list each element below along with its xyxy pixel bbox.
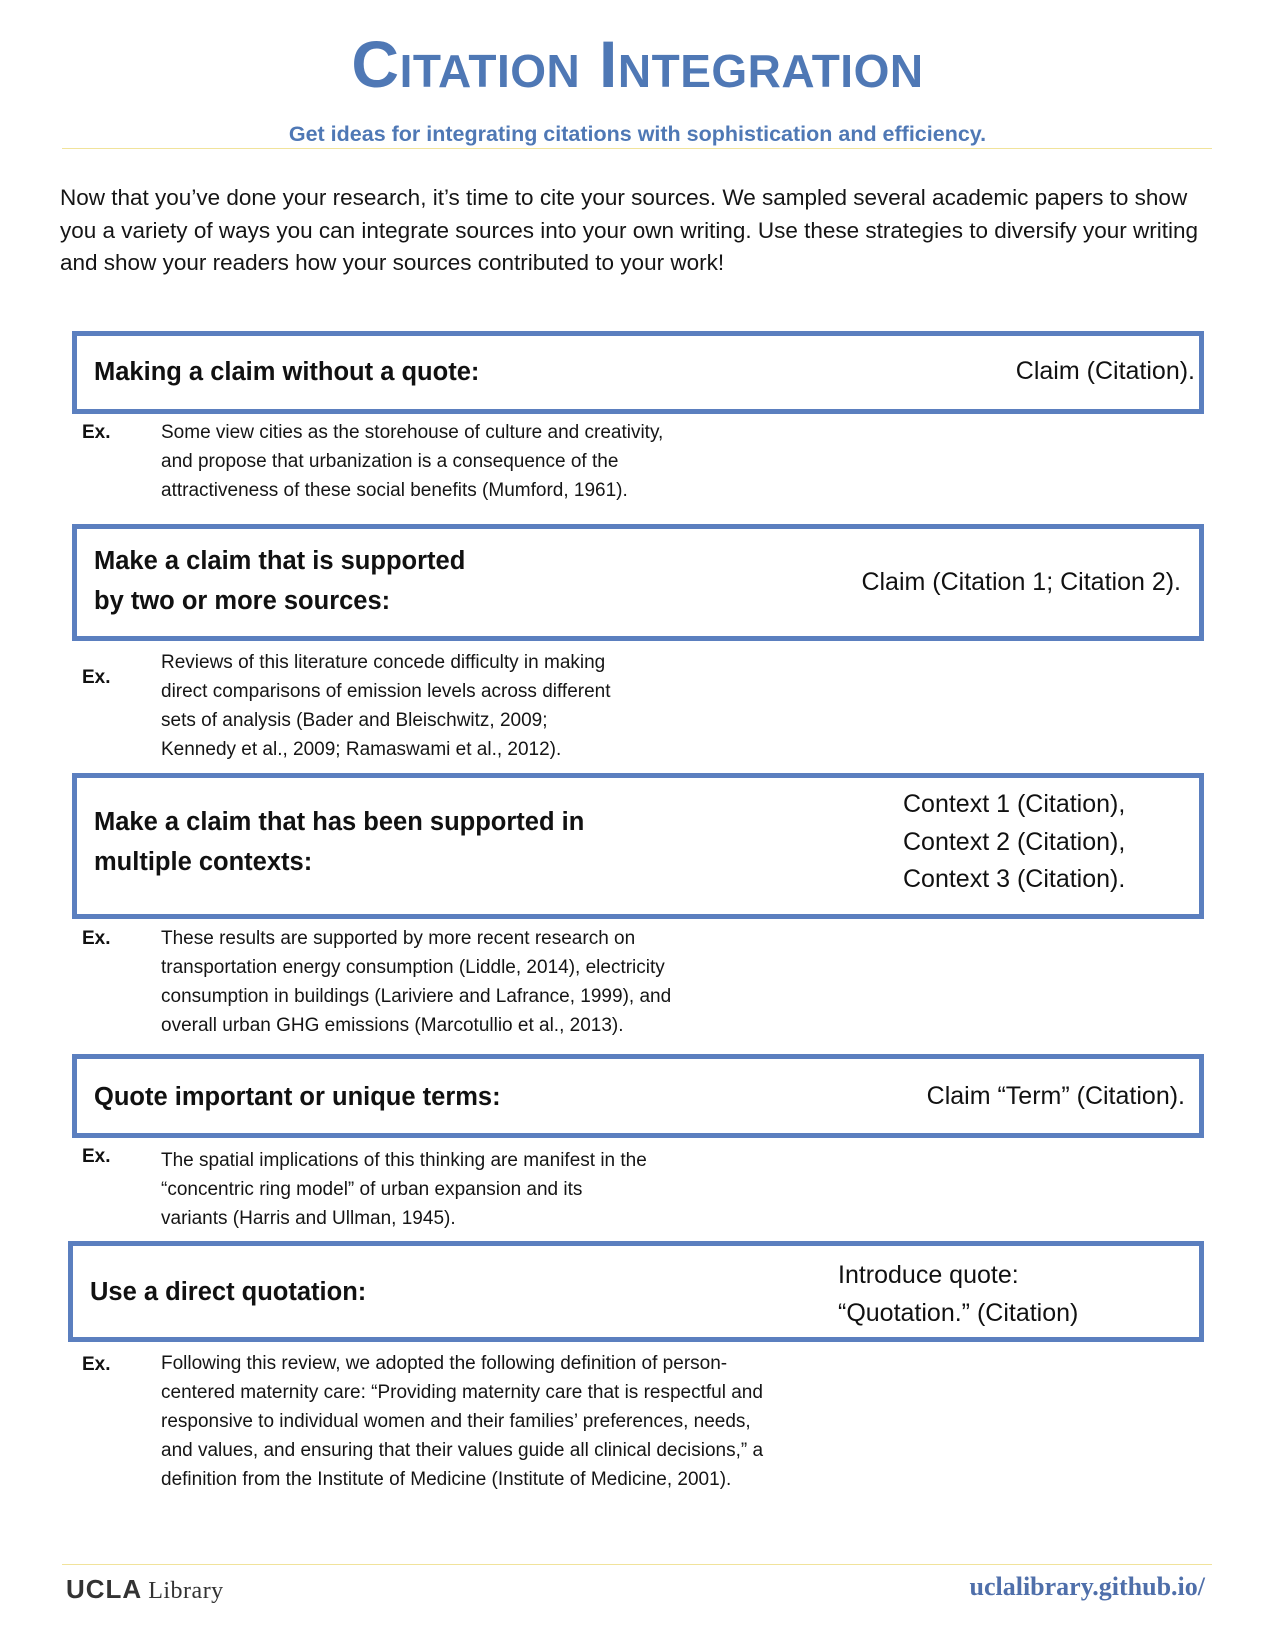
example-line: responsive to individual women and their… bbox=[161, 1411, 751, 1432]
example-line: consumption in buildings (Lariviere and … bbox=[161, 986, 672, 1007]
citation-pattern: Claim (Citation 1; Citation 2). bbox=[861, 563, 1181, 602]
example-line: transportation energy consumption (Liddl… bbox=[161, 957, 665, 978]
logo-text-ucla: UCLA bbox=[66, 1574, 143, 1604]
ucla-library-logo: UCLA Library bbox=[66, 1574, 224, 1605]
page-title: Citation Integration bbox=[351, 27, 924, 101]
example-line: Reviews of this literature concede diffi… bbox=[161, 652, 606, 673]
example-label: Ex. bbox=[82, 422, 111, 443]
example-text: The spatial implications of this thinkin… bbox=[161, 1146, 861, 1233]
strategy-box-direct-quotation: Use a direct quotation: Introduce quote:… bbox=[68, 1241, 1204, 1342]
strategy-box-claim-without-quote: Making a claim without a quote: Claim (C… bbox=[72, 331, 1204, 414]
footer-url-link[interactable]: uclalibrary.github.io/ bbox=[970, 1572, 1206, 1602]
citation-pattern: Introduce quote: “Quotation.” (Citation) bbox=[838, 1256, 1078, 1332]
citation-pattern-line: Context 3 (Citation). bbox=[903, 865, 1126, 893]
strategy-title: Use a direct quotation: bbox=[90, 1278, 367, 1306]
citation-pattern-line: Claim (Citation 1; Citation 2). bbox=[861, 568, 1181, 596]
strategy-title-line: multiple contexts: bbox=[94, 848, 313, 876]
example-label: Ex. bbox=[82, 928, 111, 949]
example-line: “concentric ring model” of urban expansi… bbox=[161, 1179, 583, 1200]
example-line: The spatial implications of this thinkin… bbox=[161, 1150, 647, 1171]
example-line: centered maternity care: “Providing mate… bbox=[161, 1382, 763, 1403]
strategy-title: Make a claim that has been supported in … bbox=[94, 802, 584, 882]
example-line: sets of analysis (Bader and Bleischwitz,… bbox=[161, 710, 548, 731]
citation-pattern-line: Claim “Term” (Citation). bbox=[926, 1082, 1185, 1110]
citation-pattern-line: Claim (Citation). bbox=[1015, 357, 1195, 385]
example-line: attractiveness of these social benefits … bbox=[161, 480, 628, 501]
citation-pattern: Claim (Citation). bbox=[1016, 352, 1195, 391]
page-subtitle: Get ideas for integrating citations with… bbox=[288, 122, 987, 146]
example-text: Some view cities as the storehouse of cu… bbox=[161, 418, 861, 505]
example-text: Following this review, we adopted the fo… bbox=[161, 1349, 921, 1494]
strategy-title-line: by two or more sources: bbox=[94, 587, 391, 615]
citation-pattern-line: Introduce quote: bbox=[838, 1261, 1019, 1289]
example-label: Ex. bbox=[82, 1146, 111, 1167]
strategy-title: Make a claim that is supported by two or… bbox=[94, 541, 465, 621]
example-text: These results are supported by more rece… bbox=[161, 924, 861, 1040]
footer-divider bbox=[62, 1564, 1212, 1565]
example-line: and values, and ensuring that their valu… bbox=[161, 1440, 764, 1461]
example-line: direct comparisons of emission levels ac… bbox=[161, 681, 611, 702]
header-divider bbox=[62, 148, 1212, 149]
strategy-title-line: Make a claim that has been supported in bbox=[94, 808, 585, 836]
strategy-title: Making a claim without a quote: bbox=[94, 358, 480, 386]
example-line: Following this review, we adopted the fo… bbox=[161, 1353, 728, 1374]
example-line: These results are supported by more rece… bbox=[161, 928, 636, 949]
logo-text-library: Library bbox=[148, 1578, 224, 1604]
citation-pattern-line: “Quotation.” (Citation) bbox=[838, 1299, 1079, 1327]
example-text: Reviews of this literature concede diffi… bbox=[161, 648, 861, 764]
strategy-box-quote-terms: Quote important or unique terms: Claim “… bbox=[72, 1054, 1204, 1138]
example-line: definition from the Institute of Medicin… bbox=[161, 1469, 732, 1490]
strategy-title: Quote important or unique terms: bbox=[94, 1083, 501, 1111]
example-line: Some view cities as the storehouse of cu… bbox=[161, 422, 664, 443]
example-label: Ex. bbox=[82, 667, 111, 688]
example-line: Kennedy et al., 2009; Ramaswami et al., … bbox=[161, 739, 562, 760]
intro-paragraph: Now that you’ve done your research, it’s… bbox=[60, 185, 1199, 275]
citation-pattern: Claim “Term” (Citation). bbox=[927, 1077, 1185, 1116]
example-line: overall urban GHG emissions (Marcotullio… bbox=[161, 1015, 624, 1036]
citation-pattern: Context 1 (Citation), Context 2 (Citatio… bbox=[903, 786, 1125, 899]
example-line: variants (Harris and Ullman, 1945). bbox=[161, 1208, 456, 1229]
strategy-title-line: Make a claim that is supported bbox=[94, 547, 466, 575]
citation-pattern-line: Context 1 (Citation), bbox=[903, 790, 1126, 818]
strategy-box-multiple-contexts: Make a claim that has been supported in … bbox=[72, 773, 1204, 919]
example-label: Ex. bbox=[82, 1354, 111, 1375]
strategy-box-two-sources: Make a claim that is supported by two or… bbox=[72, 524, 1204, 641]
citation-pattern-line: Context 2 (Citation), bbox=[903, 827, 1126, 856]
example-line: and propose that urbanization is a conse… bbox=[161, 451, 619, 472]
